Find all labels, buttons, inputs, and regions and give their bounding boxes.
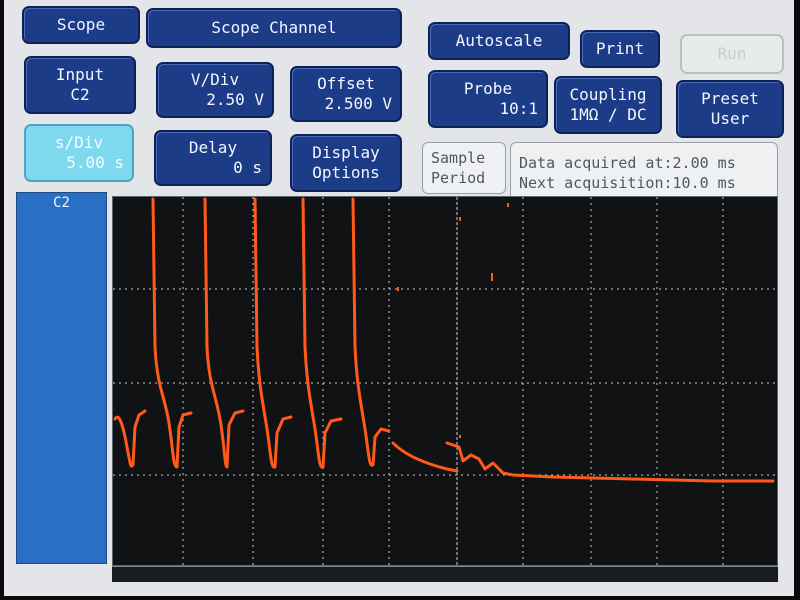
offset-label: Offset xyxy=(317,74,375,93)
probe-button[interactable]: Probe 10:1 xyxy=(428,70,548,128)
preset-value: User xyxy=(710,109,750,128)
trace xyxy=(113,197,775,483)
probe-label: Probe xyxy=(463,79,513,98)
sample-period-box[interactable]: Sample Period xyxy=(422,142,506,194)
sdiv-label: s/Div xyxy=(54,133,104,152)
offset-button[interactable]: Offset 2.500 V xyxy=(290,66,402,122)
waveform-svg xyxy=(113,197,777,565)
scope-screen: Scope Scope Channel Autoscale Print Run … xyxy=(4,0,794,596)
coupling-button[interactable]: Coupling 1MΩ / DC xyxy=(554,76,662,134)
acquisition-status-box: Data acquired at:2.00 ms Next acquisitio… xyxy=(510,142,778,204)
coupling-value: 1MΩ / DC xyxy=(569,105,647,124)
volts-per-div-button[interactable]: V/Div 2.50 V xyxy=(156,62,274,118)
sample-period-line2: Period xyxy=(431,169,486,187)
vdiv-label: V/Div xyxy=(190,70,240,89)
waveform-display[interactable] xyxy=(112,196,778,566)
scope-menu-label: Scope xyxy=(56,15,106,34)
delay-label: Delay xyxy=(188,138,238,157)
acquisition-line2: Next acquisition:10.0 ms xyxy=(519,174,736,192)
print-label: Print xyxy=(595,39,645,58)
delay-value: 0 s xyxy=(233,158,262,177)
display-options-line2: Options xyxy=(312,163,380,182)
delay-button[interactable]: Delay 0 s xyxy=(154,130,272,186)
sample-period-line1: Sample xyxy=(431,149,486,167)
acquisition-line1: Data acquired at:2.00 ms xyxy=(519,154,736,172)
channel-label: C2 xyxy=(53,195,70,211)
display-options-button[interactable]: Display Options xyxy=(290,134,402,192)
sdiv-value: 5.00 s xyxy=(66,153,124,172)
preset-button[interactable]: Preset User xyxy=(676,80,784,138)
display-options-line1: Display xyxy=(312,143,380,162)
scope-channel-label: Scope Channel xyxy=(211,18,337,37)
preset-label: Preset xyxy=(701,89,759,108)
probe-value: 10:1 xyxy=(499,99,538,118)
autoscale-button[interactable]: Autoscale xyxy=(428,22,570,60)
input-label: Input xyxy=(55,65,105,84)
input-channel-button[interactable]: Input C2 xyxy=(24,56,136,114)
coupling-label: Coupling xyxy=(569,85,647,104)
seconds-per-div-button[interactable]: s/Div 5.00 s xyxy=(24,124,134,182)
timebase-scrollbar[interactable] xyxy=(112,566,778,582)
scope-menu-button[interactable]: Scope xyxy=(22,6,140,44)
scope-channel-menu-button[interactable]: Scope Channel xyxy=(146,8,402,48)
run-label: Run xyxy=(717,44,747,63)
vdiv-value: 2.50 V xyxy=(206,90,264,109)
offset-value: 2.500 V xyxy=(324,94,392,113)
print-button[interactable]: Print xyxy=(580,30,660,68)
autoscale-label: Autoscale xyxy=(455,31,543,50)
input-value: C2 xyxy=(70,85,90,104)
run-button[interactable]: Run xyxy=(680,34,784,74)
trace-dots xyxy=(397,203,509,438)
channel-side-panel[interactable]: C2 xyxy=(16,192,107,564)
